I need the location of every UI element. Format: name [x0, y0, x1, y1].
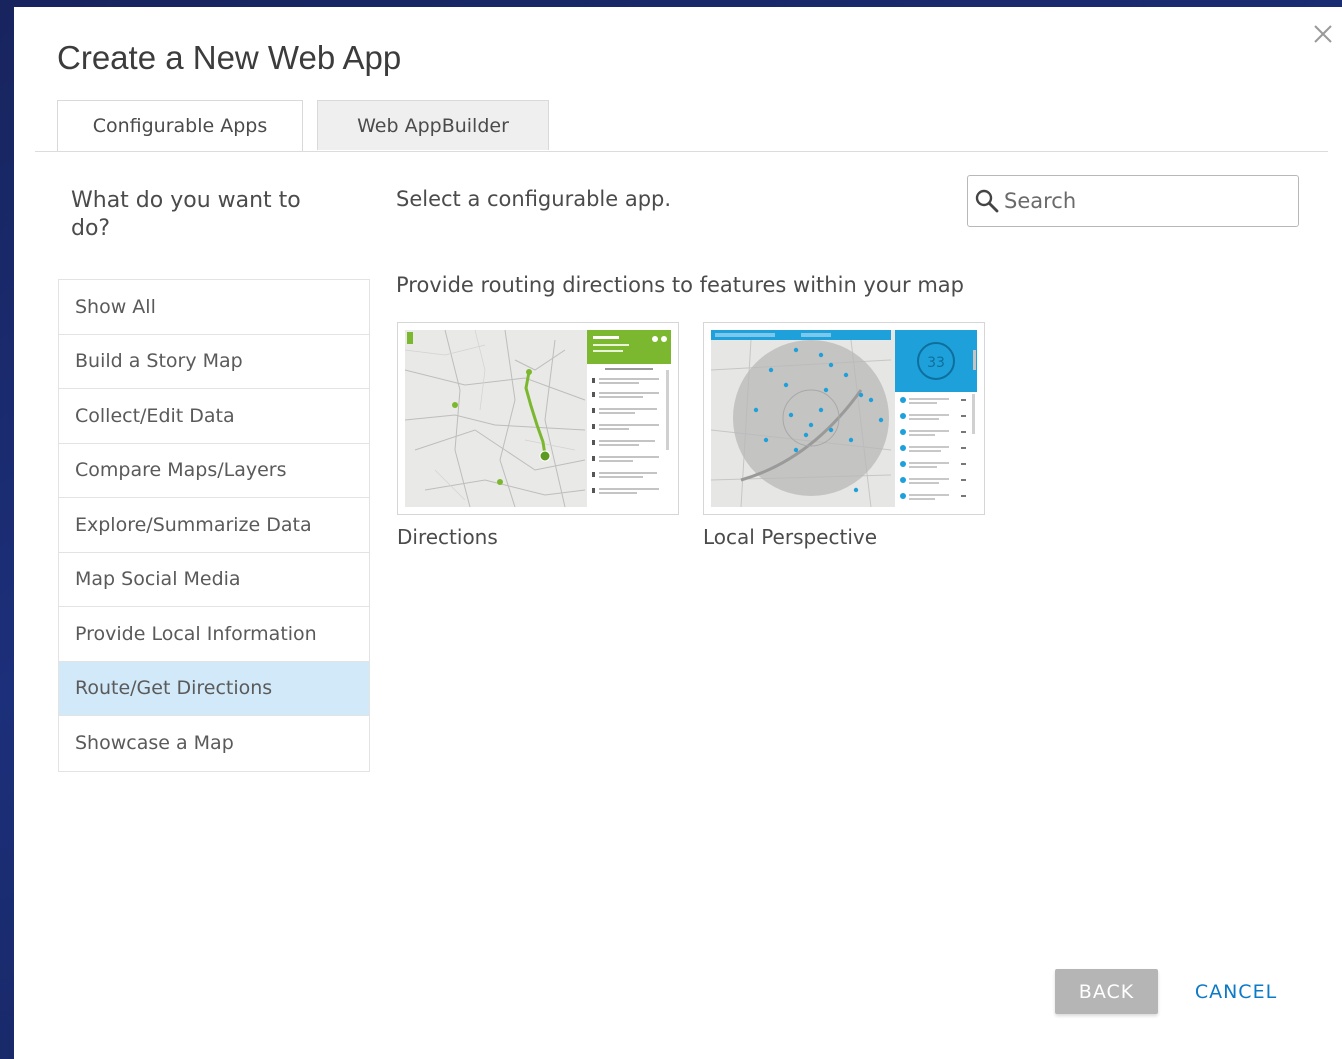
search-input[interactable]	[1002, 188, 1286, 214]
app-card-directions[interactable]: Directions	[397, 322, 679, 549]
category-list: Show All Build a Story Map Collect/Edit …	[58, 279, 370, 772]
close-icon[interactable]	[1310, 21, 1336, 47]
app-card-local-perspective[interactable]: 33 Local Perspective	[703, 322, 985, 549]
app-card-title: Local Perspective	[703, 525, 878, 549]
search-icon	[975, 189, 999, 213]
dialog-title: Create a New Web App	[57, 39, 402, 76]
create-web-app-dialog: Create a New Web App Configurable Apps W…	[14, 7, 1342, 1059]
app-card-title: Directions	[397, 525, 498, 549]
local-perspective-thumbnail: 33	[703, 322, 985, 515]
sidebar-question: What do you want to do?	[71, 188, 301, 241]
category-item-route-get-directions[interactable]: Route/Get Directions	[59, 661, 369, 716]
tab-configurable-apps[interactable]: Configurable Apps	[57, 100, 303, 151]
category-item-explore-summarize-data[interactable]: Explore/Summarize Data	[59, 498, 369, 553]
main-subtitle: Select a configurable app.	[396, 187, 672, 211]
category-item-show-all[interactable]: Show All	[59, 280, 369, 335]
category-item-collect-edit-data[interactable]: Collect/Edit Data	[59, 389, 369, 444]
search-box	[967, 175, 1299, 227]
category-item-provide-local-information[interactable]: Provide Local Information	[59, 607, 369, 662]
tab-bar: Configurable Apps Web AppBuilder	[35, 100, 1328, 152]
directions-thumbnail	[397, 322, 679, 515]
category-item-build-story-map[interactable]: Build a Story Map	[59, 335, 369, 389]
category-item-compare-maps-layers[interactable]: Compare Maps/Layers	[59, 444, 369, 498]
category-item-map-social-media[interactable]: Map Social Media	[59, 553, 369, 607]
tab-web-appbuilder[interactable]: Web AppBuilder	[317, 100, 549, 150]
cancel-button[interactable]: CANCEL	[1176, 969, 1296, 1014]
back-button[interactable]: BACK	[1055, 969, 1158, 1014]
category-item-showcase-a-map[interactable]: Showcase a Map	[59, 716, 369, 771]
group-heading: Provide routing directions to features w…	[396, 273, 964, 297]
svg-text:33: 33	[927, 355, 945, 371]
